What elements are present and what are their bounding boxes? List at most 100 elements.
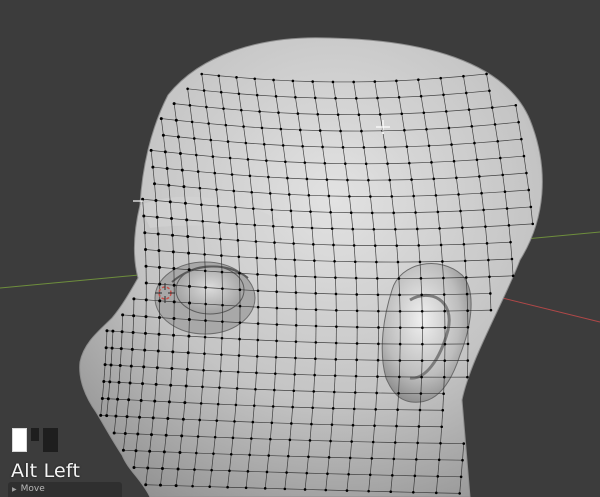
mesh-vertex[interactable] — [129, 364, 133, 368]
mesh-vertex[interactable] — [333, 374, 337, 377]
mesh-vertex[interactable] — [191, 484, 194, 488]
mesh-vertex[interactable] — [250, 190, 254, 194]
mesh-vertex[interactable] — [339, 129, 342, 133]
mesh-vertex[interactable] — [146, 466, 150, 470]
mesh-vertex[interactable] — [395, 244, 399, 247]
mesh-vertex[interactable] — [219, 369, 222, 373]
mesh-vertex[interactable] — [397, 391, 400, 395]
mesh-vertex[interactable] — [414, 458, 418, 461]
mesh-vertex[interactable] — [318, 129, 322, 132]
mesh-vertex[interactable] — [298, 128, 302, 132]
mesh-vertex[interactable] — [462, 442, 466, 445]
mesh-vertex[interactable] — [127, 398, 131, 402]
mesh-vertex[interactable] — [305, 177, 309, 181]
mesh-vertex[interactable] — [238, 304, 242, 308]
mesh-vertex[interactable] — [275, 323, 279, 326]
mesh-vertex[interactable] — [517, 120, 520, 124]
mesh-vertex[interactable] — [354, 276, 358, 280]
mesh-vertex[interactable] — [148, 449, 152, 453]
mesh-vertex[interactable] — [414, 211, 417, 214]
mesh-vertex[interactable] — [268, 192, 272, 195]
mesh-vertex[interactable] — [143, 231, 147, 235]
mesh-vertex[interactable] — [238, 321, 242, 324]
mesh-vertex[interactable] — [143, 348, 147, 352]
mesh-vertex[interactable] — [419, 277, 423, 280]
mesh-vertex[interactable] — [458, 492, 461, 495]
mesh-vertex[interactable] — [237, 354, 241, 357]
mesh-vertex[interactable] — [398, 359, 402, 362]
mesh-vertex[interactable] — [368, 473, 372, 477]
mesh-vertex[interactable] — [485, 242, 489, 245]
mesh-vertex[interactable] — [419, 94, 423, 98]
mesh-vertex[interactable] — [149, 433, 153, 437]
mesh-vertex[interactable] — [332, 390, 336, 394]
mesh-vertex[interactable] — [443, 309, 446, 313]
mesh-vertex[interactable] — [514, 103, 518, 107]
mesh-vertex[interactable] — [256, 289, 260, 293]
mesh-vertex[interactable] — [327, 456, 331, 459]
mesh-vertex[interactable] — [475, 158, 479, 162]
mesh-vertex[interactable] — [176, 135, 180, 139]
mesh-vertex[interactable] — [252, 404, 256, 407]
mesh-vertex[interactable] — [389, 490, 393, 494]
mesh-vertex[interactable] — [331, 80, 335, 84]
mesh-vertex[interactable] — [290, 422, 293, 425]
mesh-vertex[interactable] — [376, 293, 380, 297]
mesh-vertex[interactable] — [244, 141, 248, 145]
mesh-vertex[interactable] — [277, 111, 280, 114]
mesh-vertex[interactable] — [153, 182, 157, 186]
mesh-vertex[interactable] — [186, 235, 190, 239]
mesh-vertex[interactable] — [169, 383, 173, 387]
mesh-vertex[interactable] — [341, 146, 345, 149]
mesh-vertex[interactable] — [258, 110, 261, 113]
mesh-vertex[interactable] — [172, 283, 176, 287]
mesh-vertex[interactable] — [396, 408, 399, 412]
mesh-vertex[interactable] — [182, 185, 186, 189]
mesh-vertex[interactable] — [311, 80, 314, 83]
mesh-vertex[interactable] — [425, 127, 428, 131]
mesh-vertex[interactable] — [201, 219, 204, 223]
mesh-vertex[interactable] — [269, 437, 272, 441]
mesh-vertex[interactable] — [216, 204, 220, 208]
mesh-vertex[interactable] — [233, 420, 236, 423]
mesh-vertex[interactable] — [141, 197, 145, 201]
mesh-vertex[interactable] — [386, 162, 389, 165]
mesh-vertex[interactable] — [313, 275, 317, 279]
mesh-vertex[interactable] — [155, 366, 159, 370]
mesh-vertex[interactable] — [416, 441, 419, 445]
mesh-vertex[interactable] — [188, 104, 192, 107]
mesh-vertex[interactable] — [400, 112, 404, 116]
mesh-vertex[interactable] — [170, 217, 174, 221]
mesh-vertex[interactable] — [310, 226, 314, 230]
mesh-vertex[interactable] — [349, 211, 353, 215]
mesh-vertex[interactable] — [377, 309, 380, 313]
mesh-vertex[interactable] — [303, 488, 307, 491]
mesh-vertex[interactable] — [329, 210, 332, 214]
mesh-vertex[interactable] — [231, 436, 235, 440]
mesh-vertex[interactable] — [417, 425, 421, 428]
mesh-vertex[interactable] — [496, 139, 500, 143]
mesh-vertex[interactable] — [371, 440, 375, 444]
mesh-vertex[interactable] — [217, 74, 221, 78]
viewport-canvas[interactable] — [0, 0, 600, 497]
last-operator-panel[interactable]: ▶ Move — [8, 482, 122, 497]
mesh-vertex[interactable] — [204, 302, 207, 306]
mesh-vertex[interactable] — [204, 286, 207, 289]
mesh-vertex[interactable] — [291, 225, 294, 229]
mesh-vertex[interactable] — [187, 268, 191, 272]
mesh-vertex[interactable] — [417, 78, 420, 81]
mesh-vertex[interactable] — [489, 308, 493, 312]
mesh-vertex[interactable] — [525, 171, 528, 175]
mesh-vertex[interactable] — [437, 458, 441, 462]
mesh-vertex[interactable] — [503, 190, 507, 194]
mesh-vertex[interactable] — [226, 140, 230, 143]
mesh-vertex[interactable] — [427, 144, 431, 148]
mesh-vertex[interactable] — [419, 392, 423, 395]
mesh-vertex[interactable] — [464, 276, 468, 279]
mesh-vertex[interactable] — [220, 254, 223, 257]
mesh-vertex[interactable] — [132, 297, 136, 301]
mesh-vertex[interactable] — [478, 175, 481, 178]
mesh-vertex[interactable] — [144, 483, 148, 487]
mesh-vertex[interactable] — [307, 194, 311, 197]
mesh-vertex[interactable] — [334, 358, 338, 361]
